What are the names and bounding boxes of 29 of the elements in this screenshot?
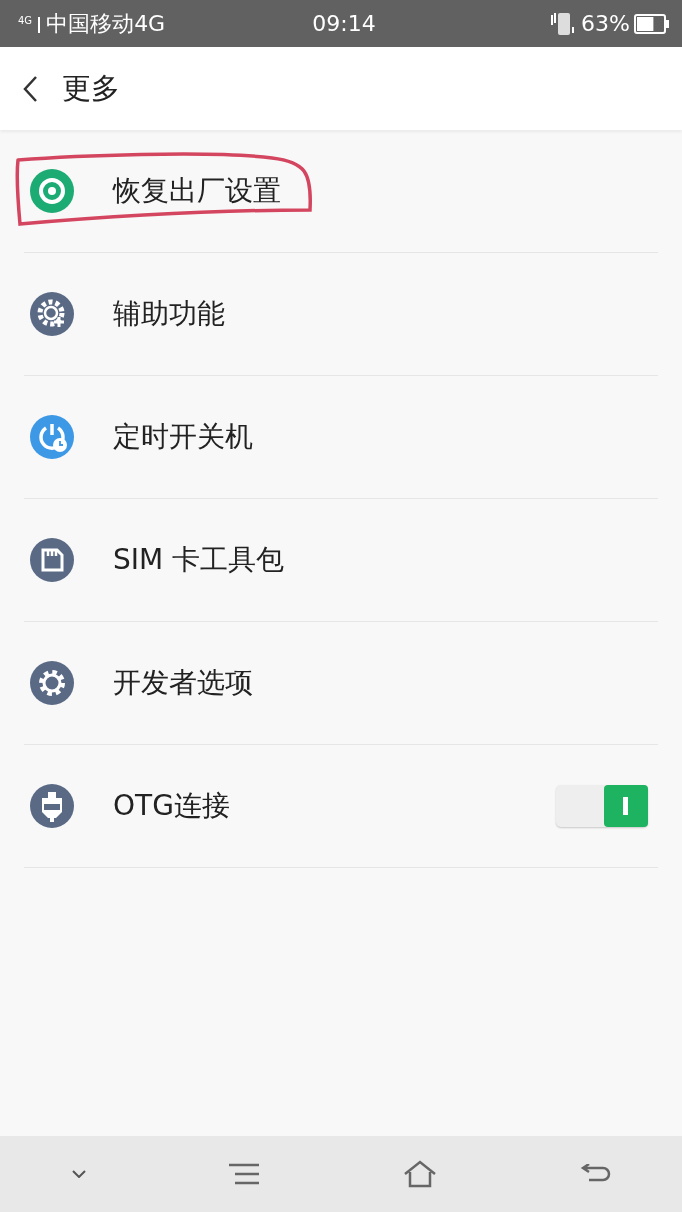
battery-percent: 63% [581, 11, 630, 36]
item-label: SIM 卡工具包 [113, 542, 285, 578]
carrier-name: 中国移动4G [46, 9, 166, 38]
power-clock-icon [30, 415, 74, 459]
clock: 09:14 [312, 11, 376, 36]
settings-item[interactable]: 定时开关机 [24, 376, 658, 499]
settings-item[interactable]: 辅助功能 [24, 253, 658, 376]
toggle-switch[interactable] [556, 785, 648, 827]
item-label: 辅助功能 [113, 296, 225, 332]
network-type-label: 4G [18, 14, 33, 26]
settings-item[interactable]: OTG连接 [24, 745, 658, 868]
settings-item[interactable]: 恢复出厂设置 [24, 130, 658, 253]
item-label: 恢复出厂设置 [113, 173, 281, 209]
page-title: 更多 [62, 69, 120, 107]
item-label: 开发者选项 [113, 665, 253, 701]
sim-card-icon [30, 538, 74, 582]
back-arrow-icon[interactable] [578, 1164, 611, 1184]
settings-item[interactable]: 开发者选项 [24, 622, 658, 745]
item-label: OTG连接 [113, 788, 230, 824]
item-label: 定时开关机 [113, 419, 253, 455]
menu-icon[interactable] [228, 1163, 261, 1185]
reset-icon [30, 169, 74, 213]
home-icon[interactable] [403, 1160, 436, 1188]
gear-plus-icon [30, 292, 74, 336]
usb-plug-icon [30, 784, 74, 828]
settings-icon [30, 661, 74, 705]
settings-item[interactable]: SIM 卡工具包 [24, 499, 658, 622]
back-icon[interactable] [22, 74, 38, 103]
chevron-down-icon[interactable] [71, 1170, 86, 1178]
